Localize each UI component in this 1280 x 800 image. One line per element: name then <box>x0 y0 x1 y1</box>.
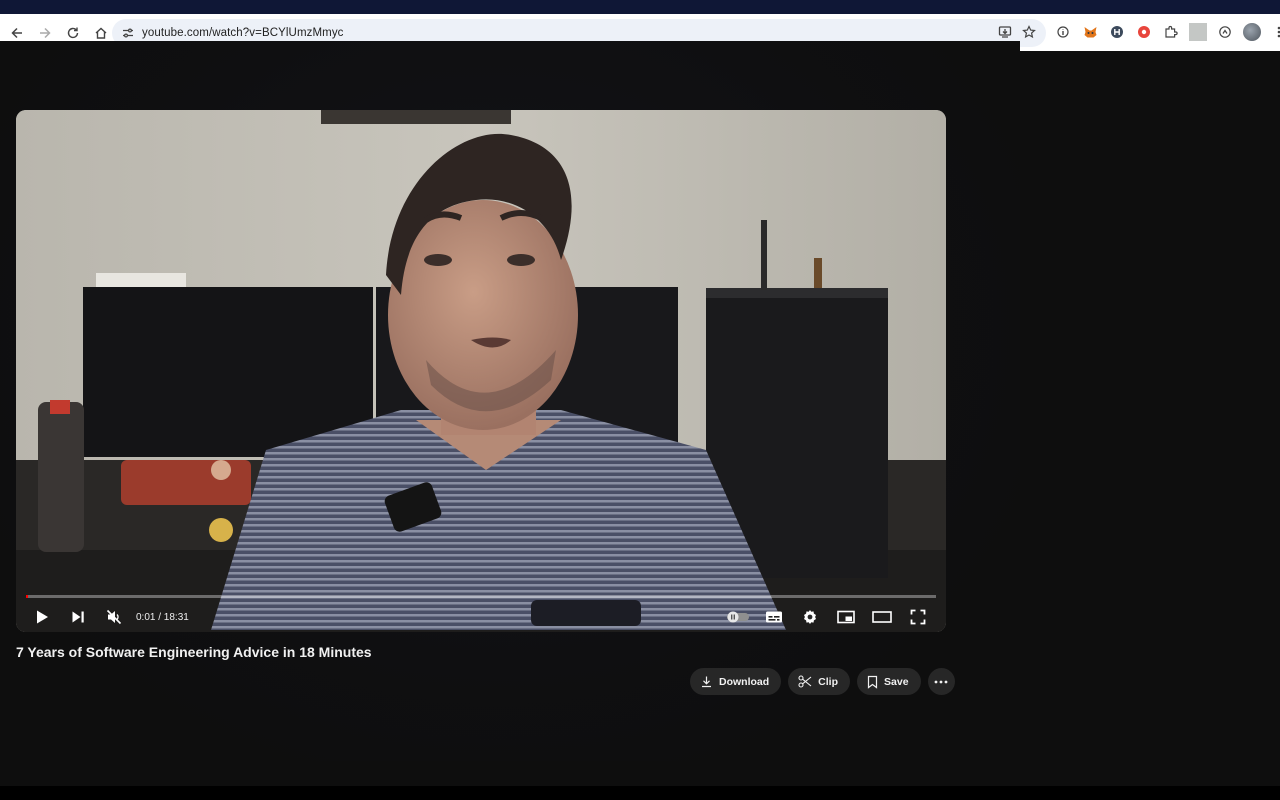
menu-kebab-icon[interactable] <box>1270 23 1280 41</box>
clip-button[interactable]: Clip <box>788 668 851 695</box>
youtube-page: 0:01 / 18:31 7 Years of Software Enginee… <box>0 41 1280 786</box>
theater-mode-button[interactable] <box>864 603 900 631</box>
install-icon[interactable] <box>998 25 1012 39</box>
scissors-icon <box>798 675 812 688</box>
miniplayer-button[interactable] <box>828 603 864 631</box>
window-bottom-bar <box>0 786 1280 800</box>
download-label: Download <box>719 675 770 688</box>
mute-icon <box>106 609 122 625</box>
url-text[interactable]: youtube.com/watch?v=BCYlUmzMmyc <box>142 27 344 39</box>
bookmark-icon <box>867 675 878 689</box>
home-icon <box>95 27 107 39</box>
player-controls: 0:01 / 18:31 <box>16 602 946 632</box>
more-actions-button[interactable] <box>927 668 955 695</box>
info-extension-icon[interactable] <box>1054 23 1072 41</box>
subtitles-button[interactable] <box>756 603 792 631</box>
next-icon <box>72 611 84 623</box>
clip-label: Clip <box>818 675 839 688</box>
time-display: 0:01 / 18:31 <box>136 611 189 623</box>
play-icon <box>37 610 48 624</box>
autoplay-toggle[interactable] <box>720 603 756 631</box>
h-extension-icon[interactable] <box>1108 23 1126 41</box>
metamask-fox-icon[interactable] <box>1081 23 1099 41</box>
bookmark-star-icon[interactable] <box>1022 25 1036 39</box>
theater-mode-icon <box>872 611 892 623</box>
back-icon <box>11 27 22 38</box>
settings-button[interactable] <box>792 603 828 631</box>
video-title: 7 Years of Software Engineering Advice i… <box>16 644 372 660</box>
window-top-strip <box>0 0 1280 14</box>
profile-avatar[interactable] <box>1243 23 1261 41</box>
reload-icon <box>67 27 79 38</box>
forward-icon <box>40 27 51 38</box>
save-label: Save <box>884 675 909 688</box>
video-frame <box>16 110 946 632</box>
more-horizontal-icon <box>934 680 948 683</box>
toolbar-divider <box>1189 23 1207 41</box>
sync-icon[interactable] <box>1216 23 1234 41</box>
next-button[interactable] <box>60 603 96 631</box>
fullscreen-icon <box>910 609 926 625</box>
download-icon <box>702 676 711 688</box>
video-actions: Download Clip Save <box>690 668 955 695</box>
miniplayer-icon <box>837 610 855 624</box>
player-controls-right <box>720 602 936 632</box>
download-button[interactable]: Download <box>690 668 782 695</box>
save-button[interactable]: Save <box>857 668 921 695</box>
settings-gear-icon <box>804 610 816 624</box>
extensions-puzzle-icon[interactable] <box>1162 23 1180 41</box>
site-info-icon[interactable] <box>120 25 136 41</box>
progress-fill <box>26 595 28 598</box>
fullscreen-button[interactable] <box>900 603 936 631</box>
play-button[interactable] <box>24 603 60 631</box>
mute-button[interactable] <box>96 603 132 631</box>
subtitles-icon <box>766 611 782 623</box>
video-player[interactable]: 0:01 / 18:31 <box>16 110 946 632</box>
record-extension-icon[interactable] <box>1135 23 1153 41</box>
extensions-area <box>1054 23 1280 41</box>
progress-bar[interactable] <box>26 595 936 598</box>
